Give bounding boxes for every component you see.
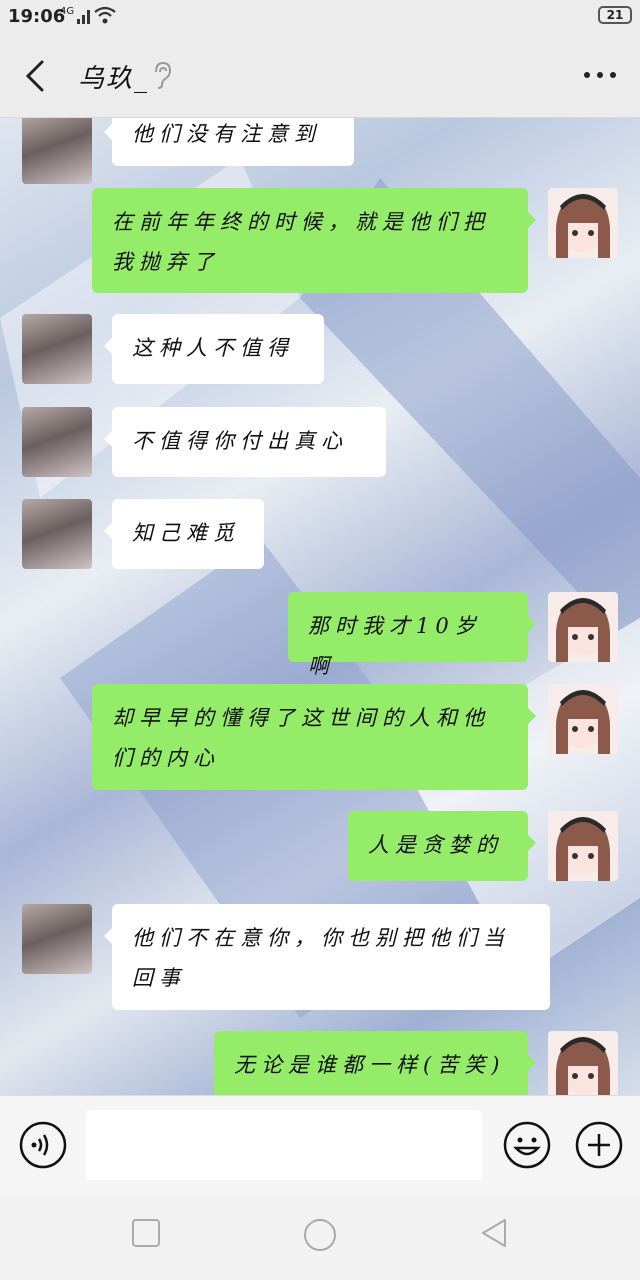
contact-avatar[interactable] [22, 407, 92, 477]
contact-avatar[interactable] [22, 904, 92, 974]
emoji-icon[interactable] [502, 1120, 552, 1170]
signal-type: 4G [60, 6, 75, 17]
status-bar: 19:06 4G 21 [0, 0, 640, 34]
system-nav-bar [0, 1195, 640, 1280]
message-bubble-outgoing: 却早早的懂得了这世间的人和他们的内心 [92, 684, 536, 790]
plus-icon[interactable] [574, 1120, 624, 1170]
chat-header: 乌玖_ [0, 34, 640, 118]
self-avatar[interactable] [548, 188, 618, 258]
self-avatar[interactable] [548, 592, 618, 662]
message-input[interactable] [86, 1110, 482, 1180]
message-bubble-incoming: 这种人不值得 [104, 314, 324, 384]
message-text: 不值得你付出真心 [132, 429, 348, 453]
input-bar [0, 1095, 640, 1195]
battery-indicator: 21 [598, 6, 632, 24]
message-text: 他们不在意你，你也别把他们当回事 [132, 926, 510, 990]
wifi-icon [94, 6, 116, 24]
status-time: 19:06 [8, 6, 66, 27]
triangle-back-icon[interactable] [478, 1217, 510, 1249]
message-bubble-incoming: 不值得你付出真心 [104, 407, 386, 477]
message-bubble-outgoing: 无论是谁都一样(苦笑) [214, 1031, 536, 1095]
contact-avatar[interactable] [22, 314, 92, 384]
message-text: 无论是谁都一样(苦笑) [234, 1053, 506, 1077]
self-avatar[interactable] [548, 684, 618, 754]
voice-icon[interactable] [18, 1120, 68, 1170]
signal-bars-icon [77, 10, 90, 24]
ear-icon [155, 61, 172, 89]
contact-avatar[interactable] [22, 499, 92, 569]
message-text: 他们没有注意到 [132, 122, 321, 146]
message-text: 在前年年终的时候，就是他们把我抛弃了 [112, 210, 490, 274]
message-bubble-outgoing: 那时我才10岁啊 [288, 592, 536, 678]
contact-avatar[interactable] [22, 118, 92, 184]
message-bubble-incoming: 他们不在意你，你也别把他们当回事 [104, 904, 550, 1010]
self-avatar[interactable] [548, 811, 618, 881]
self-avatar[interactable] [548, 1031, 618, 1095]
message-text: 知己难觅 [132, 521, 240, 545]
message-text: 人是贪婪的 [368, 833, 503, 857]
message-bubble-outgoing: 人是贪婪的 [348, 811, 536, 881]
message-text: 却早早的懂得了这世间的人和他们的内心 [112, 706, 490, 770]
circle-icon[interactable] [302, 1217, 338, 1253]
more-dots-icon[interactable] [582, 60, 618, 90]
message-bubble-incoming: 知己难觅 [104, 499, 264, 569]
square-icon[interactable] [130, 1217, 162, 1249]
battery-level: 21 [606, 8, 624, 22]
message-text: 这种人不值得 [132, 336, 294, 360]
message-bubble-incoming: 他们没有注意到 [104, 118, 354, 166]
message-bubble-outgoing: 在前年年终的时候，就是他们把我抛弃了 [92, 188, 536, 293]
chevron-left-icon[interactable] [22, 56, 52, 96]
chat-area[interactable]: 他们没有注意到 在前年年终的时候，就是他们把我抛弃了 这种人不值得 不值得你付出… [0, 118, 640, 1095]
chat-title: 乌玖_ [78, 64, 150, 94]
